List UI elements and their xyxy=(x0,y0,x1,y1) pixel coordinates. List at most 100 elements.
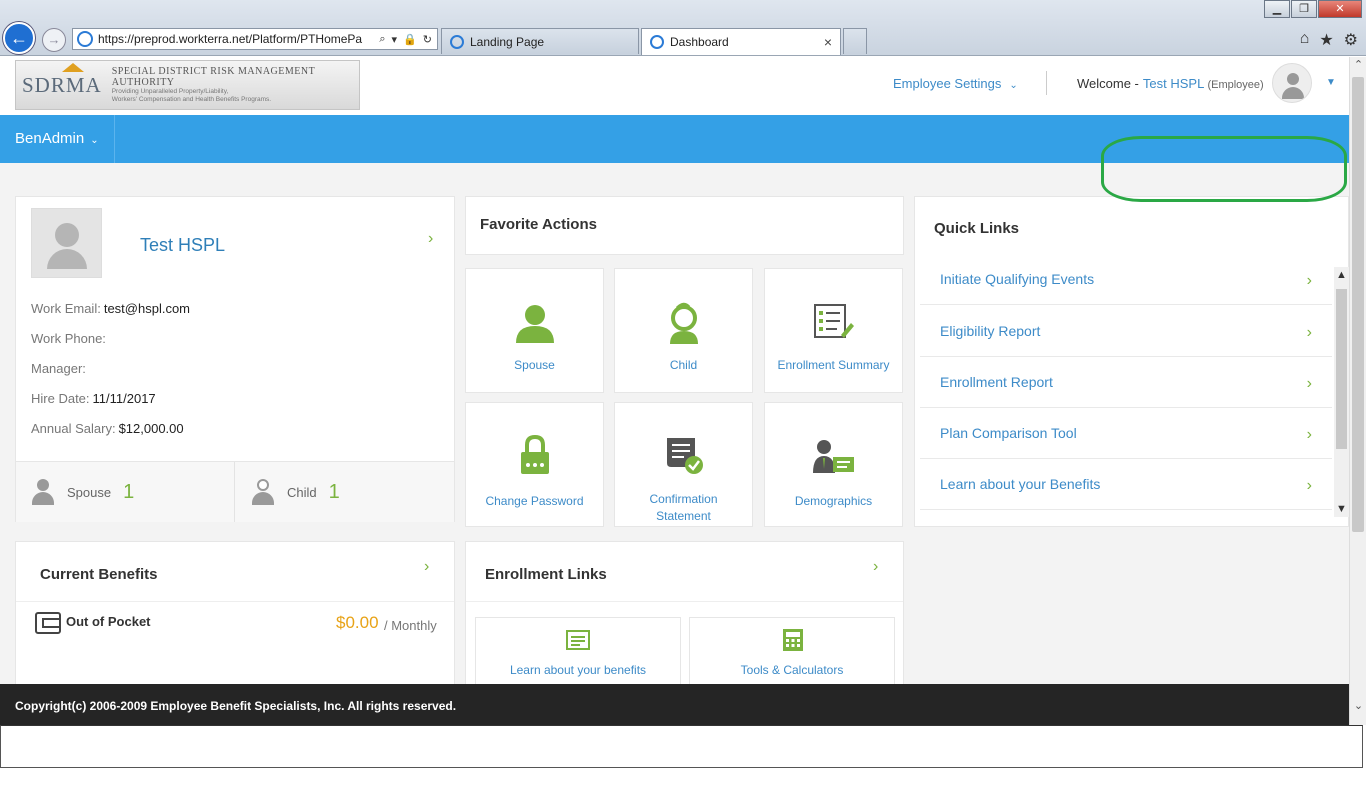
search-icon[interactable]: ⌕ xyxy=(379,33,385,46)
refresh-icon[interactable]: ↻ xyxy=(423,33,432,46)
fav-tile-label: Demographics xyxy=(794,494,873,508)
back-button[interactable]: ← xyxy=(3,22,35,54)
forward-button[interactable]: → xyxy=(42,28,66,52)
caret-down-icon[interactable]: ▼ xyxy=(1326,77,1336,88)
logo-subtitle-2: Workers' Compensation and Health Benefit… xyxy=(111,96,272,103)
calculator-icon xyxy=(783,629,803,651)
avatar[interactable] xyxy=(1272,63,1312,103)
quick-links-title: Quick Links xyxy=(934,220,1020,237)
chevron-right-icon: › xyxy=(1306,324,1312,341)
scroll-down-icon[interactable]: ⌄ xyxy=(1350,698,1366,715)
scroll-thumb[interactable] xyxy=(1336,289,1347,449)
dependents-row: Spouse 1 Child 1 xyxy=(16,461,454,522)
chevron-down-icon: ⌄ xyxy=(1009,80,1018,91)
out-of-pocket-period: / Monthly xyxy=(384,618,437,633)
home-icon[interactable]: ⌂ xyxy=(1300,30,1310,50)
employee-settings-menu[interactable]: Employee Settings ⌄ xyxy=(893,76,1018,91)
header-divider xyxy=(1046,71,1047,95)
chevron-right-icon[interactable]: › xyxy=(424,558,429,576)
annual-salary-field: Annual Salary: $12,000.00 xyxy=(31,421,184,436)
child-count-cell[interactable]: Child 1 xyxy=(236,462,454,522)
chevron-right-icon: › xyxy=(1306,426,1312,443)
copyright-text: Copyright(c) 2006-2009 Employee Benefit … xyxy=(15,699,457,713)
chevron-right-icon: › xyxy=(1306,272,1312,289)
fav-tile-label: Enrollment Summary xyxy=(777,358,890,372)
address-url[interactable]: https://preprod.workterra.net/Platform/P… xyxy=(98,32,368,46)
chevron-down-icon: ⌄ xyxy=(90,135,99,146)
logo-mark: SDRMA xyxy=(22,72,102,97)
certificate-icon xyxy=(666,438,703,474)
chevron-right-icon[interactable]: › xyxy=(873,558,878,576)
wallet-icon xyxy=(35,612,61,634)
site-header: SDRMA Special District Risk Management A… xyxy=(0,57,1349,115)
id-card-icon xyxy=(812,440,854,473)
dropdown-icon[interactable]: ▾ xyxy=(392,33,398,46)
tab-landing-page[interactable]: Landing Page xyxy=(441,28,639,54)
card-divider xyxy=(466,601,903,602)
page-scrollbar[interactable]: ⌃ ⌄ xyxy=(1349,57,1366,725)
employee-settings-label: Employee Settings xyxy=(893,76,1002,91)
hire-date-field: Hire Date: 11/11/2017 xyxy=(31,391,156,406)
quick-link-item[interactable]: Initiate Qualifying Events › xyxy=(920,253,1332,305)
child-icon xyxy=(669,302,698,344)
quick-link-item[interactable]: Learn about your Benefits › xyxy=(920,458,1332,510)
quick-link-item[interactable]: Plan Comparison Tool › xyxy=(920,407,1332,459)
logo-subtitle-1: Providing Unparalleled Property/Liabilit… xyxy=(111,88,229,95)
close-window-button[interactable]: ✕ xyxy=(1318,0,1362,18)
work-email-value: test@hspl.com xyxy=(103,301,190,316)
scroll-up-icon[interactable]: ▲ xyxy=(1334,269,1349,281)
scroll-down-icon[interactable]: ▼ xyxy=(1334,503,1349,515)
fav-tile-label-line2: Statement xyxy=(656,509,711,523)
out-of-pocket-amount: $0.00 xyxy=(336,613,379,632)
fav-tile-child[interactable]: Child xyxy=(614,268,753,393)
quick-link-item[interactable]: Enrollment Report › xyxy=(920,356,1332,408)
window-controls: ▁ ❐ ✕ xyxy=(1263,0,1362,18)
profile-card: Test HSPL › Work Email: test@hspl.com Wor… xyxy=(15,196,455,522)
gear-icon[interactable]: ⚙ xyxy=(1344,30,1358,50)
user-name-link[interactable]: Test HSPL xyxy=(1143,76,1204,91)
fav-tile-label: Spouse xyxy=(514,358,555,372)
person-icon xyxy=(515,305,554,343)
benadmin-menu[interactable]: BenAdmin ⌄ xyxy=(0,115,115,163)
tab-label: Landing Page xyxy=(470,34,545,49)
chevron-right-icon[interactable]: › xyxy=(428,230,433,248)
spouse-count-cell[interactable]: Spouse 1 xyxy=(16,462,235,522)
lock-icon[interactable]: 🔒 xyxy=(403,33,417,46)
quick-links-scrollbar[interactable]: ▲ ▼ xyxy=(1334,267,1349,517)
user-role: (Employee) xyxy=(1207,79,1264,91)
chevron-right-icon: › xyxy=(1306,375,1312,392)
out-of-pocket-label: Out of Pocket xyxy=(66,614,151,629)
favorites-star-icon[interactable]: ★ xyxy=(1319,30,1333,50)
close-tab-icon[interactable]: × xyxy=(824,34,832,50)
scroll-thumb[interactable] xyxy=(1352,77,1364,532)
tab-dashboard[interactable]: Dashboard × xyxy=(641,28,841,55)
quick-link-item[interactable]: Eligibility Report › xyxy=(920,305,1332,357)
sdrma-logo[interactable]: SDRMA Special District Risk Management A… xyxy=(15,60,360,110)
fav-tile-demographics[interactable]: Demographics xyxy=(764,402,903,527)
child-icon xyxy=(251,479,275,505)
ie-page-icon xyxy=(77,31,93,47)
summary-icon xyxy=(813,304,854,338)
current-benefits-card: Current Benefits › Out of Pocket $0.00 /… xyxy=(15,541,455,691)
fav-tile-change-password[interactable]: Change Password xyxy=(465,402,604,527)
fav-tile-spouse[interactable]: Spouse xyxy=(465,268,604,393)
spouse-label: Spouse xyxy=(67,484,112,500)
fav-tile-confirmation-statement[interactable]: Confirmation Statement xyxy=(614,402,753,527)
address-bar[interactable]: https://preprod.workterra.net/Platform/P… xyxy=(72,28,438,50)
hire-date-value: 11/11/2017 xyxy=(92,391,156,406)
profile-name[interactable]: Test HSPL xyxy=(140,235,225,256)
ie-tab-icon xyxy=(450,34,464,49)
fav-tile-label: Confirmation xyxy=(649,492,718,506)
profile-photo xyxy=(31,208,102,278)
fav-tile-label: Change Password xyxy=(485,494,584,508)
annotation-highlight-ellipse xyxy=(1101,136,1347,202)
chevron-right-icon: › xyxy=(1306,477,1312,494)
new-tab-button[interactable] xyxy=(843,28,867,54)
minimize-button[interactable]: ▁ xyxy=(1264,0,1290,18)
fav-tile-enrollment-summary[interactable]: Enrollment Summary xyxy=(764,268,903,393)
logo-title: Special District Risk Management Authori… xyxy=(111,66,316,88)
restore-button[interactable]: ❐ xyxy=(1291,0,1317,18)
scroll-up-icon[interactable]: ⌃ xyxy=(1350,57,1366,74)
bottom-frame xyxy=(0,725,1363,768)
fav-tile-label: Child xyxy=(669,358,698,372)
